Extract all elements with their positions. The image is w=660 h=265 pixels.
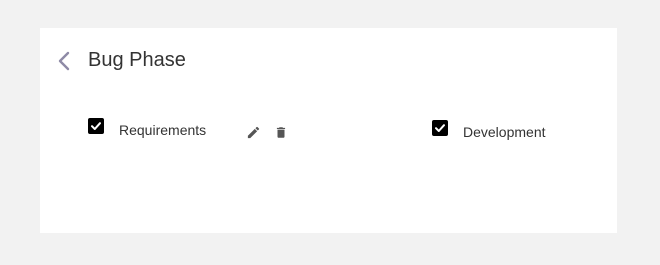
chevron-left-icon	[58, 51, 70, 71]
checkmark-icon	[435, 124, 445, 132]
requirements-checkbox[interactable]	[88, 118, 104, 134]
page-title: Bug Phase	[88, 49, 186, 71]
development-checkbox[interactable]	[432, 120, 448, 136]
phase-label-requirements: Requirements	[119, 122, 207, 138]
delete-button[interactable]	[273, 124, 289, 140]
bug-phase-card: Bug Phase Requirements Development	[40, 28, 617, 233]
edit-icon	[247, 126, 259, 138]
edit-button[interactable]	[245, 124, 261, 140]
phase-label-development: Development	[463, 124, 546, 140]
back-button[interactable]	[55, 49, 75, 73]
checkmark-icon	[91, 122, 101, 130]
delete-icon	[276, 126, 286, 138]
